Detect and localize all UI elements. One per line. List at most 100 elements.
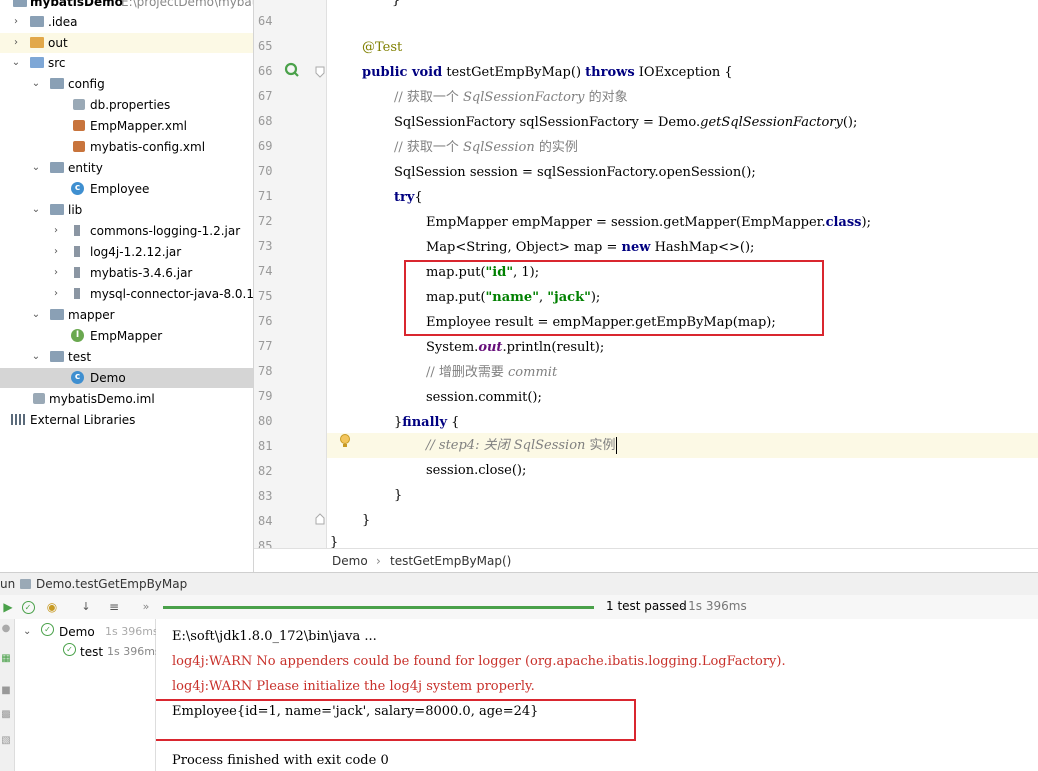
line-number: 71 [258, 189, 273, 203]
layout-icon[interactable]: ■ [0, 683, 14, 699]
tree-root-label: mybatisDemo [30, 0, 123, 9]
code-line-80: }finally { [394, 410, 459, 435]
comment-text: SqlSessionFactory [463, 90, 585, 105]
text-caret [615, 437, 617, 454]
class-icon: c [71, 182, 84, 195]
settings-icon[interactable]: ▧ [0, 733, 14, 749]
test-tree-item-demo[interactable]: ⌄ ✓ Demo 1s 396ms [15, 623, 159, 641]
fold-icon[interactable] [315, 513, 325, 525]
chevron-down-icon[interactable]: ⌄ [30, 74, 42, 94]
show-ignored-icon[interactable]: ◉ [44, 599, 60, 615]
tree-item-entity[interactable]: ⌄ entity [0, 158, 253, 178]
tree-item-external-libraries[interactable]: External Libraries [0, 410, 253, 430]
code-text: SqlSessionFactory sqlSessionFactory = De… [394, 115, 701, 130]
chevron-down-icon[interactable]: ⌄ [10, 53, 22, 73]
tree-item-test[interactable]: ⌄ test [0, 347, 253, 367]
console-line-exit: Process finished with exit code 0 [172, 753, 389, 768]
console-line: E:\soft\jdk1.8.0_172\bin\java ... [172, 629, 377, 644]
lightbulb-icon[interactable] [339, 433, 351, 451]
chevron-down-icon[interactable]: ⌄ [30, 347, 42, 367]
chevron-right-icon[interactable]: › [10, 33, 22, 53]
keyword-text: throws [585, 65, 635, 80]
editor-gutter: 64 65 66 67 68 69 70 71 72 73 74 75 76 7… [254, 0, 327, 548]
tree-item-db-properties[interactable]: db.properties [0, 95, 253, 115]
tree-item-jar[interactable]: › mybatis-3.4.6.jar [0, 263, 253, 283]
comment-text: SqlSession [463, 140, 535, 155]
code-text: } [330, 535, 339, 548]
tree-item-label: db.properties [90, 98, 171, 112]
tree-item-jar[interactable]: › commons-logging-1.2.jar [0, 221, 253, 241]
chevron-right-icon[interactable]: › [10, 12, 22, 32]
tree-item-jar[interactable]: › mysql-connector-java-8.0.18 [0, 284, 253, 304]
code-text: { [414, 190, 423, 205]
package-icon [50, 309, 64, 320]
tree-item-label: log4j-1.2.12.jar [90, 245, 182, 259]
code-text: System. [426, 340, 479, 355]
breadcrumb-method[interactable]: testGetEmpByMap() [390, 549, 511, 573]
tree-item-lib[interactable]: ⌄ lib [0, 200, 253, 220]
xml-file-icon [73, 141, 85, 152]
code-text: } [394, 488, 403, 503]
console-line-warn: log4j:WARN No appenders could be found f… [172, 654, 786, 669]
tree-item-empmapper[interactable]: I EmpMapper [0, 326, 253, 346]
test-tree-item-test[interactable]: ✓ test 1s 396ms [15, 643, 161, 661]
line-number: 85 [258, 539, 273, 548]
run-tab-label[interactable]: un [0, 573, 15, 595]
tree-item-idea[interactable]: › .idea [0, 12, 253, 32]
highlight-box-output [156, 699, 636, 741]
tree-item-mapper[interactable]: ⌄ mapper [0, 305, 253, 325]
code-line-65: @Test [362, 35, 402, 60]
show-passed-icon[interactable]: ✓ [20, 599, 36, 615]
stop-icon[interactable]: ● [0, 621, 14, 637]
chevron-right-icon[interactable]: › [50, 242, 62, 262]
fold-icon[interactable] [315, 66, 325, 78]
code-line-69: // 获取一个 SqlSession 的实例 [394, 135, 578, 160]
sort-by-duration-icon[interactable]: ≡ [106, 599, 122, 615]
chevron-right-icon[interactable]: › [50, 284, 62, 304]
line-number: 68 [258, 114, 273, 128]
keyword-text: public void [362, 65, 443, 80]
run-test-gutter-icon[interactable] [283, 61, 301, 79]
code-line-67: // 获取一个 SqlSessionFactory 的对象 [394, 85, 628, 110]
code-text: IOException { [634, 65, 733, 80]
xml-file-icon [73, 120, 85, 131]
jar-icon [74, 225, 80, 236]
tree-item-label: EmpMapper [90, 329, 163, 343]
export-icon[interactable]: ▦ [0, 651, 14, 667]
code-editor[interactable]: 64 65 66 67 68 69 70 71 72 73 74 75 76 7… [254, 0, 1038, 548]
comment-text: 的实例 [534, 140, 578, 155]
tree-item-label: mysql-connector-java-8.0.18 [90, 287, 254, 301]
tree-item-root[interactable]: mybatisDemo E:\projectDemo\mybat [0, 0, 253, 12]
breadcrumb-class[interactable]: Demo [332, 549, 368, 573]
more-actions-icon[interactable]: » [138, 599, 154, 615]
project-folder-icon [13, 0, 27, 7]
comment-text: 的对象 [584, 90, 628, 105]
test-class-icon: c [71, 371, 84, 384]
tree-item-demo[interactable]: c Demo [0, 368, 253, 388]
jar-icon [74, 288, 80, 299]
comment-text: // 增删改需要 [426, 365, 509, 380]
folder-icon [50, 204, 64, 215]
tree-item-empmapper-xml[interactable]: EmpMapper.xml [0, 116, 253, 136]
chevron-down-icon[interactable]: ⌄ [30, 305, 42, 325]
tree-item-out[interactable]: › out [0, 33, 253, 53]
line-number: 83 [258, 489, 273, 503]
comment-text: // step4: 关闭 [426, 438, 514, 453]
chevron-right-icon[interactable]: › [50, 221, 62, 241]
chevron-down-icon[interactable]: ⌄ [30, 200, 42, 220]
chevron-down-icon[interactable]: ⌄ [30, 158, 42, 178]
tree-item-src[interactable]: ⌄ src [0, 53, 253, 73]
print-icon[interactable]: ▩ [0, 707, 14, 723]
sort-alphabetically-icon[interactable]: ↓ [78, 599, 94, 615]
run-config-name[interactable]: Demo.testGetEmpByMap [36, 573, 187, 595]
tree-item-employee[interactable]: c Employee [0, 179, 253, 199]
rerun-icon[interactable]: ▶ [0, 599, 16, 615]
tree-item-iml[interactable]: mybatisDemo.iml [0, 389, 253, 409]
tree-item-config[interactable]: ⌄ config [0, 74, 253, 94]
console-output[interactable]: E:\soft\jdk1.8.0_172\bin\java ... log4j:… [156, 619, 1038, 771]
code-line-81: // step4: 关闭 SqlSession 实例 [426, 433, 617, 458]
tree-item-mybatis-config[interactable]: mybatis-config.xml [0, 137, 253, 157]
tree-item-jar[interactable]: › log4j-1.2.12.jar [0, 242, 253, 262]
chevron-right-icon[interactable]: › [50, 263, 62, 283]
chevron-down-icon[interactable]: ⌄ [23, 623, 31, 641]
